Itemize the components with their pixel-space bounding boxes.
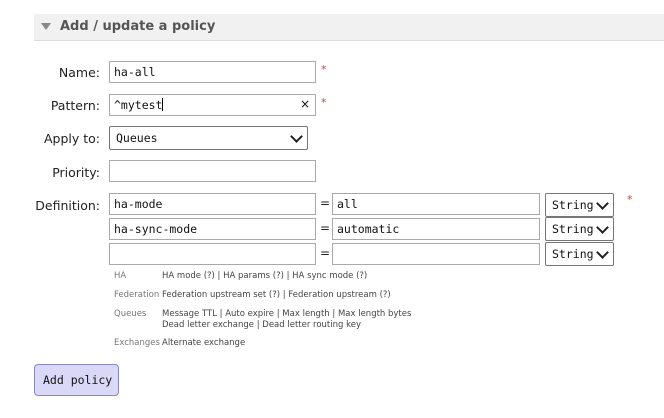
definition-type-select[interactable]: String (545, 242, 614, 266)
definition-type-value: String (552, 222, 594, 236)
chevron-down-icon (290, 130, 303, 143)
definition-value-input[interactable]: automatic (332, 218, 540, 240)
equals-sign: = (320, 246, 331, 260)
pattern-input-value: ^mytest (114, 98, 163, 112)
help-row-ha: HA HA mode (?) | HA params (?) | HA sync… (114, 271, 654, 283)
pattern-required-mark: * (321, 96, 327, 109)
definition-label: Definition: (35, 198, 100, 213)
definition-value-value: all (337, 197, 358, 211)
help-links[interactable]: Message TTL | Auto expire | Max length |… (162, 309, 411, 320)
definition-value-input[interactable] (332, 243, 540, 265)
definition-value-input[interactable]: all (332, 193, 540, 215)
name-required-mark: * (321, 63, 327, 76)
definition-key-input[interactable] (109, 243, 316, 265)
help-row-federation: Federation Federation upstream set (?) |… (114, 290, 654, 302)
help-links[interactable]: Alternate exchange (162, 338, 245, 349)
section-title: Add / update a policy (60, 19, 216, 34)
section-header[interactable]: Add / update a policy (34, 14, 664, 41)
equals-sign: = (320, 221, 331, 235)
pattern-input[interactable]: ^mytest × (109, 94, 316, 116)
name-input-value: ha-all (114, 65, 156, 79)
help-row-exchanges: Exchanges Alternate exchange (114, 338, 654, 350)
chevron-down-icon (596, 221, 609, 234)
definition-key-value: ha-mode (114, 197, 163, 211)
apply-to-value: Queues (116, 131, 158, 145)
definition-required-mark: * (627, 193, 633, 206)
help-links[interactable]: Dead letter exchange | Dead letter routi… (162, 320, 361, 331)
definition-key-input[interactable]: ha-mode (109, 193, 316, 215)
chevron-down-icon (596, 197, 609, 210)
pattern-label: Pattern: (50, 98, 100, 113)
help-category: Exchanges (114, 338, 160, 348)
apply-to-label: Apply to: (43, 131, 100, 146)
clear-icon[interactable]: × (300, 97, 310, 111)
definition-type-value: String (552, 198, 594, 212)
help-links[interactable]: Federation upstream set (?) | Federation… (162, 290, 391, 301)
definition-key-value: ha-sync-mode (114, 222, 198, 236)
definition-type-select[interactable]: String (545, 217, 614, 241)
add-policy-button[interactable]: Add policy (34, 364, 119, 396)
help-category: Federation (114, 290, 160, 300)
text-caret (162, 98, 164, 111)
collapse-triangle-icon[interactable] (41, 23, 51, 30)
definition-key-input[interactable]: ha-sync-mode (109, 218, 316, 240)
definition-type-value: String (552, 247, 594, 261)
priority-label: Priority: (52, 165, 100, 180)
name-input[interactable]: ha-all (109, 61, 316, 83)
help-row-queues: Queues Message TTL | Auto expire | Max l… (114, 309, 654, 333)
priority-input[interactable] (109, 160, 316, 182)
definition-value-value: automatic (337, 222, 400, 236)
help-category: Queues (114, 309, 147, 319)
help-category: HA (114, 271, 127, 281)
equals-sign: = (320, 196, 331, 210)
apply-to-select[interactable]: Queues (109, 126, 308, 150)
help-links[interactable]: HA mode (?) | HA params (?) | HA sync mo… (162, 271, 367, 282)
name-label: Name: (58, 65, 100, 80)
chevron-down-icon (596, 246, 609, 259)
definition-type-select[interactable]: String (545, 193, 614, 217)
